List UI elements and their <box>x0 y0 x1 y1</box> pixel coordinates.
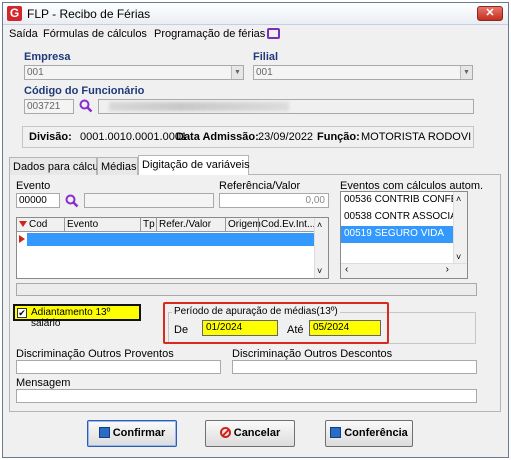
chevron-right-icon[interactable]: › <box>446 264 449 275</box>
col-refer-valor[interactable]: Refer./Valor <box>159 219 211 230</box>
descontos-input[interactable] <box>232 360 477 374</box>
confirmar-button[interactable]: Confirmar <box>87 420 177 447</box>
admissao-label: Data Admissão: <box>176 131 259 143</box>
descontos-label: Discriminação Outros Descontos <box>232 348 393 360</box>
filial-label: Filial <box>253 51 279 63</box>
periodo-de-input[interactable]: 01/2024 <box>202 320 278 336</box>
tab-medias[interactable]: Médias <box>97 157 138 175</box>
mensagem-input[interactable] <box>16 389 477 403</box>
admissao-value: 23/09/2022 <box>258 131 314 143</box>
redacted-name <box>109 102 289 111</box>
proventos-input[interactable] <box>16 360 221 374</box>
list-vscrollbar[interactable]: ˄ ˅ <box>453 192 467 264</box>
check-icon[interactable]: ✔ <box>17 308 27 318</box>
cancelar-button[interactable]: Cancelar <box>205 420 295 447</box>
periodo-de-label: De <box>174 324 189 336</box>
table-row[interactable] <box>27 233 316 246</box>
col-cod-ev-int[interactable]: Cod.Ev.Int... <box>261 219 315 230</box>
adiantamento-label: Adiantamento 13º salário <box>31 307 111 329</box>
funcionario-label: Código do Funcionário <box>24 85 145 97</box>
referencia-input[interactable]: 0,00 <box>219 193 329 208</box>
chat-icon[interactable] <box>267 28 280 39</box>
divisao-label: Divisão: <box>29 131 72 143</box>
chevron-up-icon[interactable]: ˄ <box>317 220 322 230</box>
search-icon[interactable] <box>65 194 79 208</box>
funcao-label: Função: <box>317 131 360 143</box>
col-tp[interactable]: Tp <box>143 219 155 230</box>
empresa-select[interactable]: 001 ▼ <box>24 65 244 80</box>
periodo-ate-input[interactable]: 05/2024 <box>309 320 381 336</box>
menu-programacao-ferias[interactable]: Programação de férias <box>154 28 265 40</box>
tab-digitacao-variaveis[interactable]: Digitação de variáveis <box>138 155 250 175</box>
tab-dados-calculo[interactable]: Dados para cálculo <box>9 157 107 175</box>
title-bar: G FLP - Recibo de Férias ✕ <box>3 3 508 25</box>
col-evento[interactable]: Evento <box>67 219 98 230</box>
conferencia-button[interactable]: Conferência <box>325 420 413 447</box>
filial-select[interactable]: 001 ▼ <box>253 65 473 80</box>
chevron-up-icon[interactable]: ˄ <box>456 194 461 204</box>
evento-code-input[interactable]: 00000 <box>16 193 60 208</box>
sort-indicator-icon <box>19 221 27 227</box>
periodo-label: Período de apuração de médias(13º) <box>172 306 340 317</box>
adiantamento-checkbox-row[interactable]: ✔ Adiantamento 13º salário <box>13 304 141 329</box>
funcionario-code-input[interactable]: 003721 <box>24 99 74 114</box>
list-hscrollbar[interactable]: ‹ › <box>341 263 467 278</box>
chevron-left-icon[interactable]: ‹ <box>345 264 348 275</box>
funcionario-name-field <box>98 99 474 114</box>
list-item[interactable]: 00536 CONTRIB CONFED <box>341 192 455 209</box>
chevron-down-icon[interactable]: ˅ <box>456 252 461 262</box>
divisao-value: 0001.0010.0001.0001 <box>80 131 188 143</box>
close-button[interactable]: ✕ <box>477 6 503 21</box>
referencia-label: Referência/Valor <box>219 180 301 192</box>
periodo-ate-label: Até <box>287 324 304 336</box>
save-icon <box>330 427 342 438</box>
grid-status-bar <box>16 283 477 296</box>
eventos-calculos-list[interactable]: 00536 CONTRIB CONFED 00538 CONTR ASSOCIA… <box>340 191 468 279</box>
save-icon <box>98 427 110 438</box>
menu-bar: Saída Fórmulas de cálculos Programação d… <box>3 26 508 44</box>
chevron-down-icon[interactable]: ▼ <box>460 66 472 79</box>
app-logo-icon: G <box>7 6 22 21</box>
col-cod[interactable]: Cod <box>29 219 47 230</box>
mensagem-label: Mensagem <box>16 377 71 389</box>
chevron-down-icon[interactable]: ▼ <box>231 66 243 79</box>
grid-header: Cod Evento Tp Refer./Valor Origem Cod.Ev… <box>17 218 328 232</box>
employee-info-box: Divisão: 0001.0010.0001.0001 Data Admiss… <box>22 126 474 148</box>
grid-scrollbar[interactable]: ˄ ˅ <box>314 218 328 278</box>
funcao-value: MOTORISTA RODOVI <box>361 131 472 143</box>
menu-saida[interactable]: Saída <box>9 28 38 40</box>
evento-description-field <box>84 193 214 208</box>
row-pointer-icon <box>19 235 25 243</box>
variaveis-grid[interactable]: Cod Evento Tp Refer./Valor Origem Cod.Ev… <box>16 217 329 279</box>
proventos-label: Discriminação Outros Proventos <box>16 348 174 360</box>
list-item[interactable]: 00538 CONTR ASSOCIATI <box>341 209 455 226</box>
chevron-down-icon[interactable]: ˅ <box>317 266 322 276</box>
cancel-icon <box>219 427 231 438</box>
col-origem[interactable]: Origem <box>228 219 261 230</box>
search-icon[interactable] <box>79 99 93 113</box>
empresa-label: Empresa <box>24 51 71 63</box>
evento-label: Evento <box>16 180 51 192</box>
list-item[interactable]: 00519 SEGURO VIDA <box>341 226 455 243</box>
menu-formulas[interactable]: Fórmulas de cálculos <box>43 28 147 40</box>
window-title: FLP - Recibo de Férias <box>27 7 151 21</box>
